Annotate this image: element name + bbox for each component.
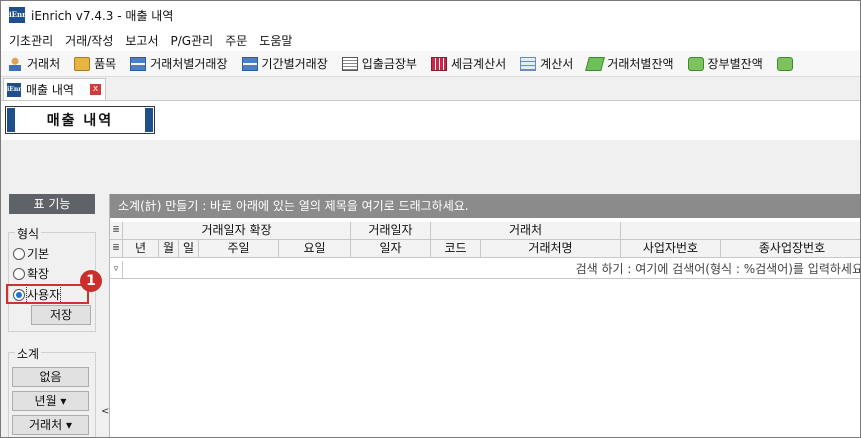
- tab-sales-history[interactable]: iEnr 매출 내역 x: [3, 78, 106, 100]
- search-hint: 검색 하기 : 여기에 검색어(형식 : %검색어)를 입력하세요: [575, 262, 861, 276]
- subtotal-group: 소계 없음 년월 ▾ 거래처 ▾: [8, 345, 96, 437]
- row-indicator-icon: ≣: [110, 222, 123, 240]
- menu-bar: 기초관리 거래/작성 보고서 P/G관리 주문 도움말: [1, 29, 860, 51]
- menu-transaction[interactable]: 거래/작성: [59, 32, 119, 49]
- toolbar-cashbook-button[interactable]: 입출금장부: [341, 55, 417, 72]
- toolbar-customer-ledger-button[interactable]: 거래처별거래장: [130, 55, 228, 72]
- subtotal-none-button[interactable]: 없음: [12, 367, 89, 387]
- money-icon: [687, 56, 704, 71]
- box-icon: [74, 56, 91, 71]
- menu-pg-management[interactable]: P/G관리: [165, 32, 220, 49]
- column-business-number[interactable]: 사업자번호: [621, 240, 721, 258]
- toolbar-customer-balance-button[interactable]: 거래처별잔액: [585, 55, 674, 72]
- money-icon: [585, 56, 606, 71]
- data-grid: 소계(計) 만들기 : 바로 아래에 있는 열의 제목을 여기로 드래그하세요.…: [109, 194, 861, 437]
- format-group-title: 형식: [15, 225, 42, 242]
- column-year[interactable]: 년: [123, 240, 159, 258]
- menu-basic-management[interactable]: 기초관리: [3, 32, 59, 49]
- ledger-icon: [241, 56, 258, 71]
- column-week[interactable]: 주일: [199, 240, 279, 258]
- column-header-row: ≣ 년 월 일 주일 요일 일자 코드 거래처명 사업자번호 종사업장번호: [110, 240, 860, 258]
- column-weekday[interactable]: 요일: [279, 240, 351, 258]
- window-title: iEnrich v7.4.3 - 매출 내역: [31, 8, 174, 23]
- radio-icon: [13, 267, 25, 280]
- subtotal-group-title: 소계: [15, 345, 42, 362]
- app-logo: iEnr: [7, 82, 21, 97]
- table-functions-panel: 표 기능 형식 기본 확장 사용자 저장 1 소계 없음 년월 ▾ 거래처 ▾: [5, 194, 102, 437]
- ledger-icon: [130, 56, 147, 71]
- column-month[interactable]: 월: [159, 240, 179, 258]
- invoice-icon: [520, 56, 537, 71]
- band-header-row: ≣ 거래일자 확장 거래일자 거래처: [110, 222, 860, 240]
- toolbar-items-button[interactable]: 품목: [74, 55, 116, 72]
- title-bar: iEnr iEnrich v7.4.3 - 매출 내역: [1, 1, 860, 29]
- group-by-bar[interactable]: 소계(計) 만들기 : 바로 아래에 있는 열의 제목을 여기로 드래그하세요.: [110, 194, 860, 218]
- tab-label: 매출 내역: [26, 83, 74, 97]
- subtotal-customer-button[interactable]: 거래처 ▾: [12, 415, 89, 435]
- document-icon: [341, 56, 358, 71]
- toolbar-period-ledger-button[interactable]: 기간별거래장: [241, 55, 328, 72]
- collapse-panel-handle[interactable]: <: [101, 406, 109, 426]
- table-functions-header: 표 기능: [9, 194, 95, 214]
- header-pane: 매출 내역: [1, 100, 860, 140]
- band-customer[interactable]: 거래처: [431, 222, 621, 240]
- column-date[interactable]: 일자: [351, 240, 431, 258]
- document-tab-strip: iEnr 매출 내역 x: [1, 78, 860, 100]
- page-title: 매출 내역: [46, 113, 114, 129]
- row-indicator-icon: ≣: [110, 240, 123, 258]
- menu-reports[interactable]: 보고서: [119, 32, 164, 49]
- person-icon: [7, 56, 23, 71]
- app-window: iEnr iEnrich v7.4.3 - 매출 내역 기초관리 거래/작성 보…: [0, 0, 861, 438]
- menu-help[interactable]: 도움말: [253, 32, 298, 49]
- toolbar: 거래처 품목 거래처별거래장 기간별거래장 입출금장부 세금계산서 계산서 거래…: [1, 51, 860, 77]
- toolbar-tax-invoice-button[interactable]: 세금계산서: [430, 55, 506, 72]
- search-filter-row[interactable]: ▿ 검색 하기 : 여기에 검색어(형식 : %검색어)를 입력하세요: [110, 261, 861, 279]
- band-date-extended[interactable]: 거래일자 확장: [123, 222, 351, 240]
- toolbar-customers-button[interactable]: 거래처: [7, 55, 60, 72]
- column-code[interactable]: 코드: [431, 240, 481, 258]
- step-badge: 1: [80, 270, 102, 292]
- menu-orders[interactable]: 주문: [219, 32, 253, 49]
- radio-icon: [13, 247, 25, 260]
- format-option-basic[interactable]: 기본: [13, 245, 49, 262]
- toolbar-book-balance-button[interactable]: 장부별잔액: [687, 55, 763, 72]
- column-day[interactable]: 일: [179, 240, 199, 258]
- column-customer-name[interactable]: 거래처명: [481, 240, 621, 258]
- band-empty: [621, 222, 860, 240]
- format-save-button[interactable]: 저장: [31, 305, 91, 325]
- money-icon[interactable]: [776, 56, 793, 71]
- close-icon[interactable]: x: [90, 84, 101, 95]
- filter-icon: ▿: [110, 261, 123, 279]
- toolbar-invoice-button[interactable]: 계산서: [520, 55, 573, 72]
- subtotal-year-month-button[interactable]: 년월 ▾: [12, 391, 89, 411]
- tax-invoice-icon: [430, 56, 447, 71]
- format-option-extended[interactable]: 확장: [13, 265, 49, 282]
- band-date[interactable]: 거래일자: [351, 222, 431, 240]
- page-title-box: 매출 내역: [5, 106, 155, 134]
- highlight-box: [6, 284, 89, 304]
- column-sub-business-number[interactable]: 종사업장번호: [721, 240, 860, 258]
- app-logo: iEnr: [9, 7, 26, 23]
